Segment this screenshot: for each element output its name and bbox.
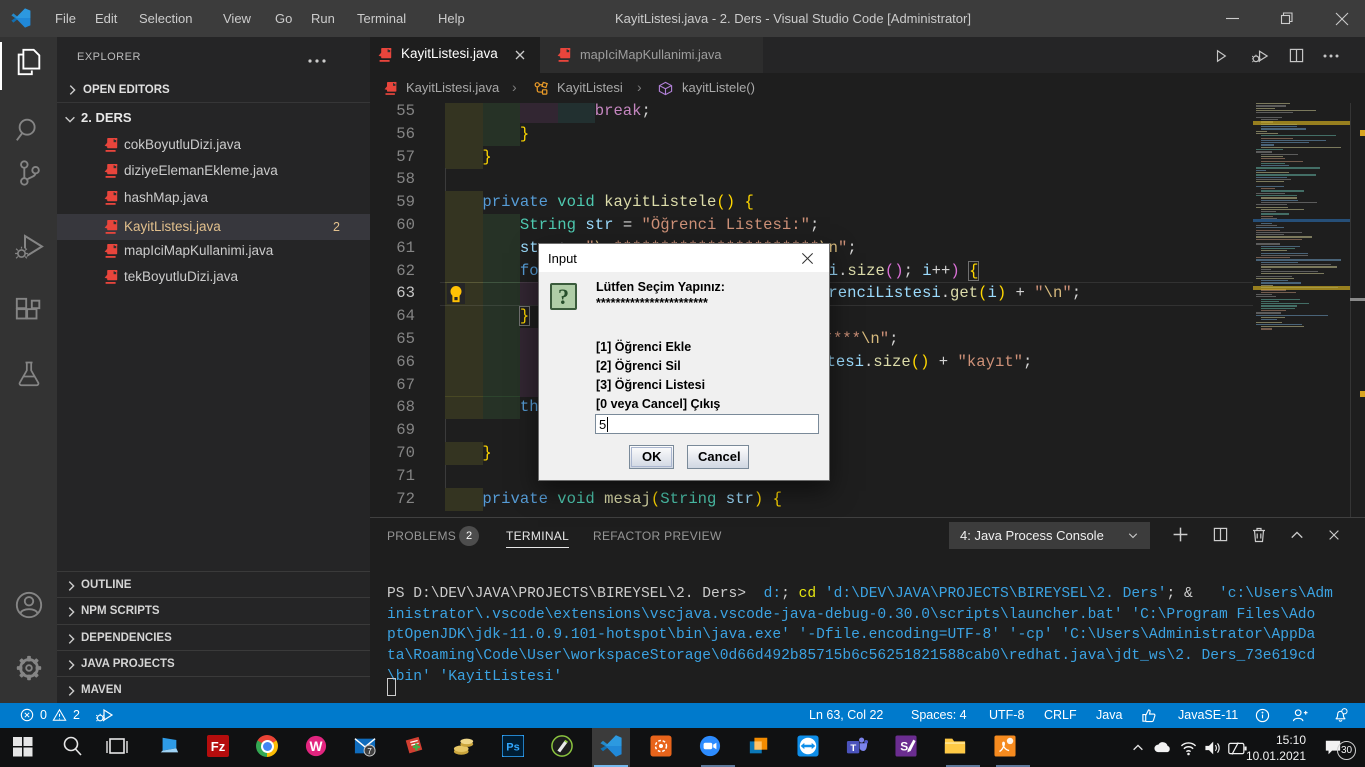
svg-text:7: 7 bbox=[367, 747, 372, 756]
svg-text:T: T bbox=[850, 743, 856, 754]
svg-text:S: S bbox=[900, 740, 908, 754]
svg-text:Ps: Ps bbox=[506, 742, 519, 754]
svg-text:W: W bbox=[310, 739, 323, 754]
svg-text:Fz: Fz bbox=[211, 739, 226, 754]
